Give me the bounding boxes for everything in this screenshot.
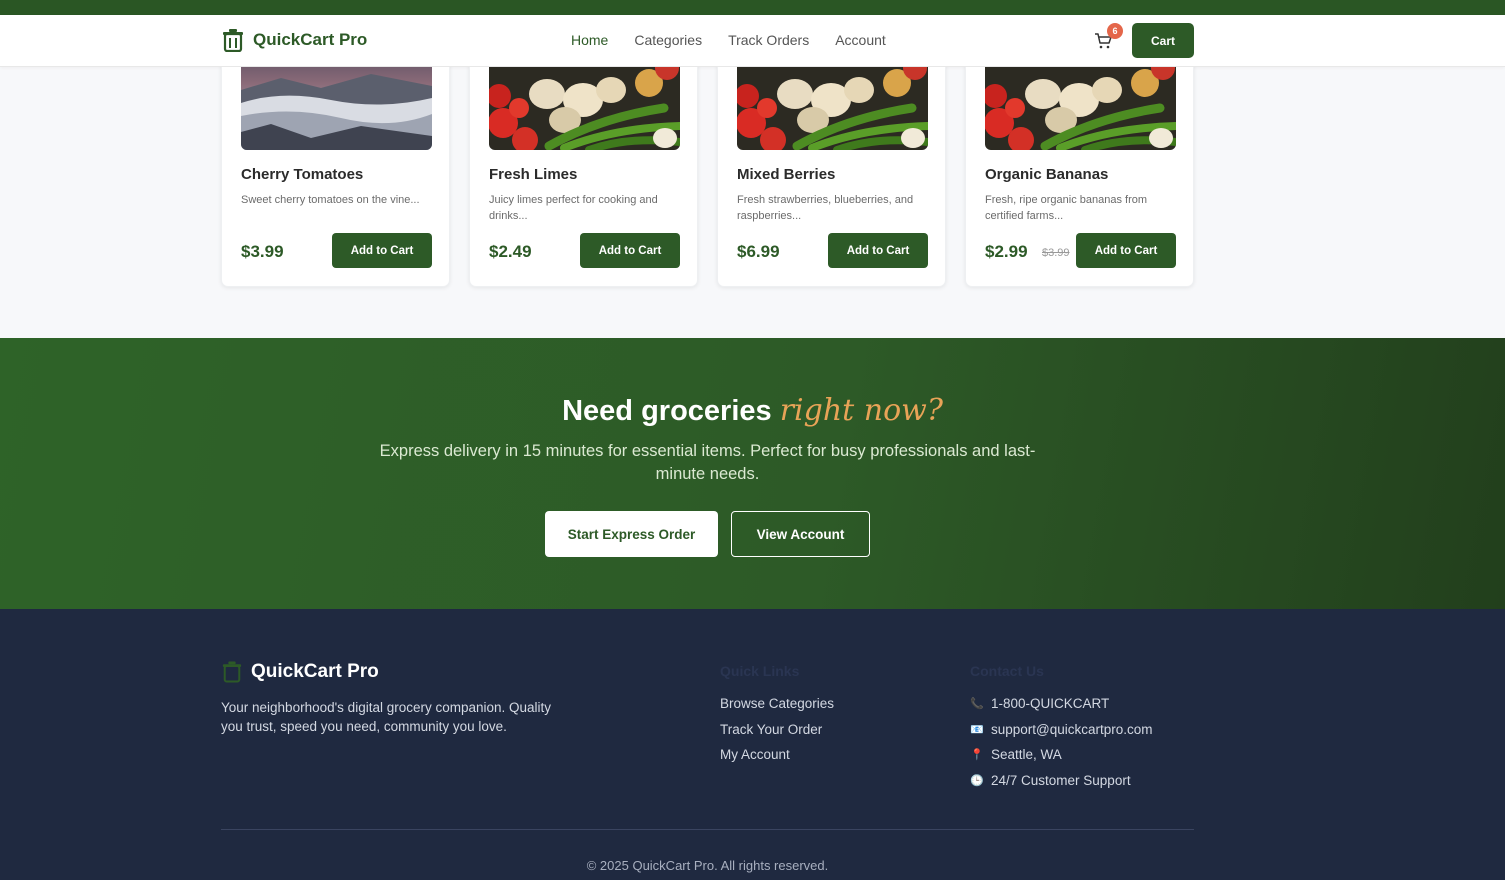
product-card: Mixed Berries Fresh strawberries, bluebe… [717,67,946,287]
product-description: Sweet cherry tomatoes on the vine... [241,194,420,206]
nav-account[interactable]: Account [835,32,886,48]
contact-phone: 📞 1-800-QUICKCART [970,696,1153,722]
product-name: Cherry Tomatoes [241,166,364,183]
cart-icon-link[interactable]: 6 [1094,23,1123,50]
product-description: Juicy limes perfect for cooking and drin… [489,194,658,222]
contact-list: 📞 1-800-QUICKCART 📧 support@quickcartpro… [970,696,1153,799]
product-price: $6.99 [737,242,780,261]
start-express-order-button[interactable]: Start Express Order [545,511,718,557]
add-to-cart-button[interactable]: Add to Cart [828,233,928,268]
contact-email: 📧 support@quickcartpro.com [970,721,1153,748]
product-description: Fresh, ripe organic bananas from certifi… [985,194,1148,222]
quick-links-heading: Quick Links [720,663,800,679]
copyright-text: © 2025 QuickCart Pro. All rights reserve… [586,858,829,873]
product-price: $3.99 [241,242,284,261]
nav-home[interactable]: Home [571,32,608,48]
express-title: Need groceries right now? [0,393,1505,428]
view-account-button[interactable]: View Account [731,511,870,557]
phone-icon: 📞 [970,698,984,710]
product-name: Fresh Limes [489,166,578,183]
product-image [489,67,680,150]
product-image [737,67,928,150]
footer-link-my-account[interactable]: My Account [720,747,834,773]
add-to-cart-button[interactable]: Add to Cart [332,233,432,268]
product-grid: Cherry Tomatoes Sweet cherry tomatoes on… [0,67,1505,338]
footer-link-browse-categories[interactable]: Browse Categories [720,696,834,722]
contact-location: 📍 Seattle, WA [970,747,1153,773]
quick-links-list: Browse Categories Track Your Order My Ac… [720,696,834,773]
product-description: Fresh strawberries, blueberries, and ras… [737,194,914,222]
basket-icon [223,29,243,52]
location-pin-icon: 📍 [970,749,984,761]
footer-divider [221,829,1194,830]
express-title-main: Need groceries [562,395,772,427]
brand-name: QuickCart Pro [253,30,368,49]
contact-phone-text: 1-800-QUICKCART [991,696,1110,711]
product-card: Fresh Limes Juicy limes perfect for cook… [469,67,698,287]
footer-link-track-order[interactable]: Track Your Order [720,722,834,748]
footer-tagline: Your neighborhood's digital grocery comp… [221,700,552,734]
express-delivery-banner: Need groceries right now? Express delive… [0,338,1505,609]
product-original-price: $3.99 [1042,247,1070,259]
cart-count-badge: 6 [1107,23,1123,39]
product-name: Mixed Berries [737,166,836,183]
top-strip [0,0,1505,15]
contact-email-text: support@quickcartpro.com [991,721,1153,737]
contact-hours: 🕒 24/7 Customer Support [970,773,1153,799]
express-title-accent: right now? [779,393,943,428]
site-footer: QuickCart Pro Your neighborhood's digita… [0,609,1505,880]
site-header: QuickCart Pro Home Categories Track Orde… [0,15,1505,67]
clock-icon: 🕒 [970,774,984,787]
contact-hours-text: 24/7 Customer Support [991,772,1131,788]
footer-brand-name: QuickCart Pro [251,660,379,682]
product-card: Cherry Tomatoes Sweet cherry tomatoes on… [221,67,450,287]
product-image [241,67,432,150]
main-nav: Home Categories Track Orders Account [571,32,886,48]
brand-logo-link[interactable]: QuickCart Pro [222,28,367,52]
cart-button[interactable]: Cart [1132,23,1194,58]
product-price: $2.49 [489,242,532,261]
add-to-cart-button[interactable]: Add to Cart [580,233,680,268]
product-name: Organic Bananas [985,166,1109,183]
contact-location-text: Seattle, WA [991,747,1062,762]
product-price: $2.99 [985,242,1028,261]
contact-heading: Contact Us [970,663,1044,679]
footer-brand: QuickCart Pro [222,660,379,683]
basket-icon [222,661,242,683]
nav-track-orders[interactable]: Track Orders [728,32,809,48]
email-icon: 📧 [970,723,984,736]
product-card: Organic Bananas Fresh, ripe organic bana… [965,67,1194,287]
add-to-cart-button[interactable]: Add to Cart [1076,233,1176,268]
express-subtitle: Express delivery in 15 minutes for essen… [379,442,1036,483]
product-image [985,67,1176,150]
nav-categories[interactable]: Categories [634,32,702,48]
